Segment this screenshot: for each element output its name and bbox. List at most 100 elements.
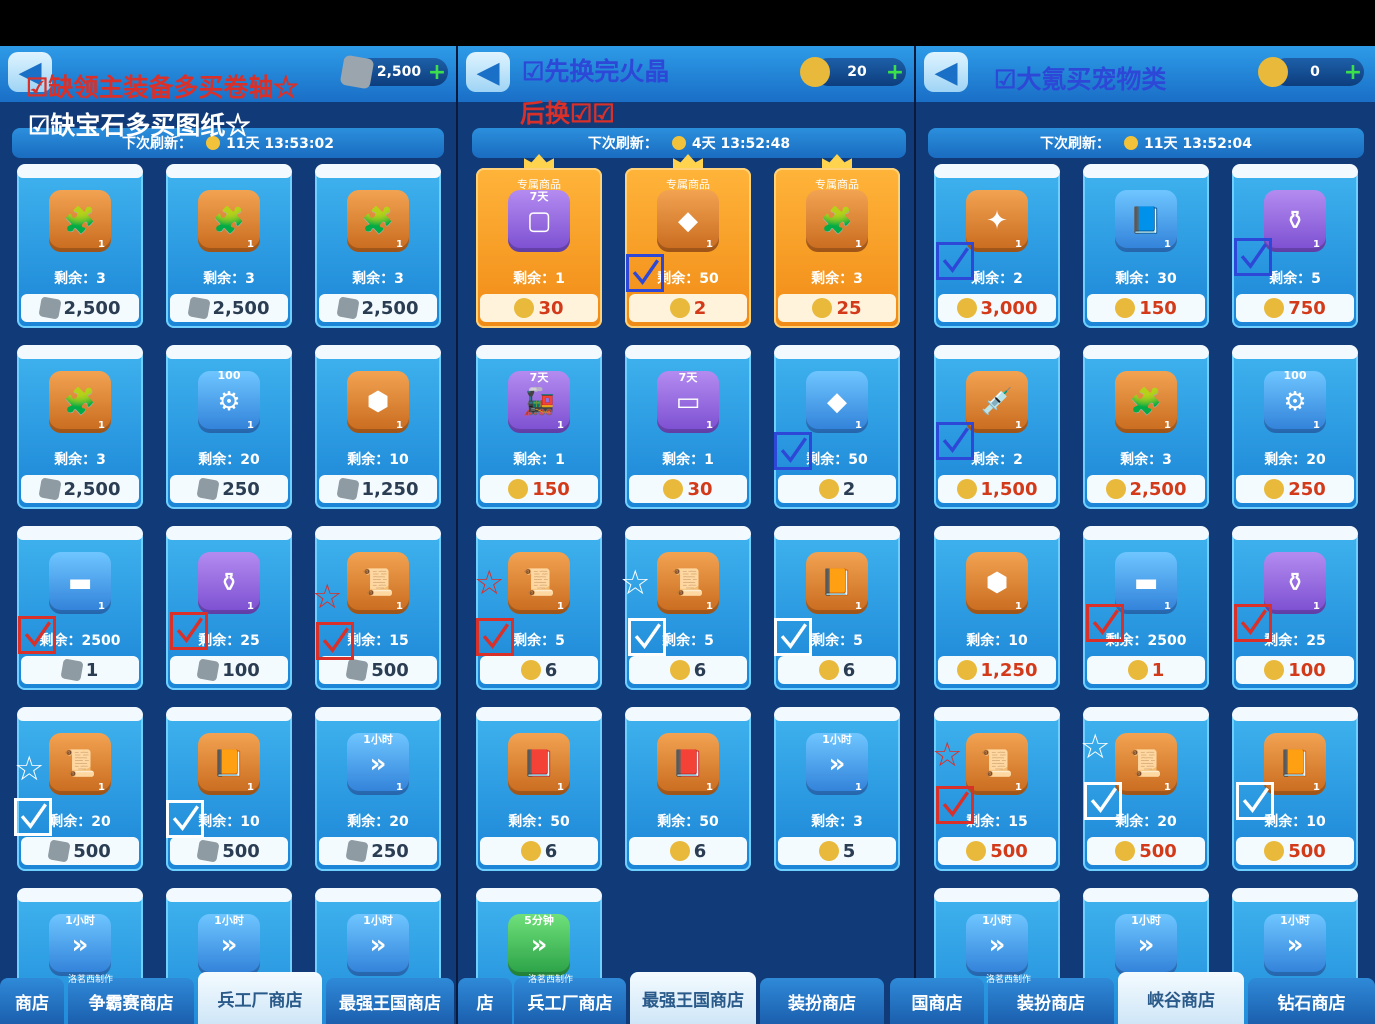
snow-cap: [1083, 707, 1209, 721]
price-button[interactable]: 30: [629, 475, 747, 503]
shop-item-card[interactable]: 📙 1 剩余：10 500: [166, 707, 292, 871]
remaining-count: 剩余：3: [1120, 452, 1172, 468]
price-button[interactable]: 25: [778, 294, 896, 322]
price-button[interactable]: 150: [480, 475, 598, 503]
shop-item-card[interactable]: 专属商品 ◆ 1 剩余：50 2: [625, 154, 751, 328]
price-button[interactable]: 150: [1087, 294, 1205, 322]
price-button[interactable]: 6: [629, 656, 747, 684]
item-quantity: 1: [706, 420, 713, 431]
shop-item-card[interactable]: 📕 1 剩余：50 6: [476, 707, 602, 871]
price-button[interactable]: 2: [778, 475, 896, 503]
shop-item-card[interactable]: 🧩 1 剩余：3 2,500: [17, 345, 143, 509]
shop-item-card[interactable]: 📜 1 剩余：5 6: [625, 526, 751, 690]
price-button[interactable]: 250: [170, 475, 288, 503]
shop-tab[interactable]: 峡谷商店: [1118, 972, 1244, 1024]
shop-item-card[interactable]: 专属商品 🧩 1 剩余：3 25: [774, 154, 900, 328]
shop-item-card[interactable]: 1小时 » 1 剩余：20 250: [315, 707, 441, 871]
remaining-count: 剩余：3: [54, 271, 106, 287]
shop-item-card[interactable]: ⬢ 1 剩余：10 1,250: [934, 526, 1060, 690]
shop-tab[interactable]: 兵工厂商店: [198, 972, 322, 1024]
shop-tab[interactable]: 国商店: [890, 978, 984, 1024]
snow-cap: [17, 888, 143, 902]
item-glyph: ⚙: [1283, 387, 1307, 417]
shop-item-card[interactable]: ▬ 1 剩余：2500 1: [17, 526, 143, 690]
avatar-frame-icon: 7天 ▢: [508, 190, 570, 252]
shop-item-card[interactable]: 📙 1 剩余：5 6: [774, 526, 900, 690]
item-glyph: 📙: [820, 568, 854, 598]
price-button[interactable]: 6: [480, 656, 598, 684]
price-button[interactable]: 750: [1236, 294, 1354, 322]
price-button[interactable]: 2: [629, 294, 747, 322]
item-quantity: 1: [1313, 420, 1320, 431]
price-button[interactable]: 30: [480, 294, 598, 322]
price-button[interactable]: 100: [170, 656, 288, 684]
price-button[interactable]: 100: [1236, 656, 1354, 684]
shop-item-card[interactable]: 📜 1 剩余：20 500: [17, 707, 143, 871]
price-button[interactable]: 1,250: [319, 475, 437, 503]
shop-item-card[interactable]: 100 ⚙ 1 剩余：20 250: [166, 345, 292, 509]
item-glyph: 📘: [1129, 206, 1163, 236]
shop-item-card[interactable]: 1小时 » 1 剩余：3 5: [774, 707, 900, 871]
price-button[interactable]: 5: [778, 837, 896, 865]
shop-item-card[interactable]: 7天 🚂 1 剩余：1 150: [476, 345, 602, 509]
price-button[interactable]: 2,500: [1087, 475, 1205, 503]
price-button[interactable]: 500: [1236, 837, 1354, 865]
price-button[interactable]: 500: [1087, 837, 1205, 865]
shop-item-card[interactable]: 🧩 1 剩余：3 2,500: [1083, 345, 1209, 509]
coin-icon: [520, 841, 541, 861]
shop-item-card[interactable]: ◆ 1 剩余：50 2: [774, 345, 900, 509]
shop-item-card[interactable]: 专属商品 7天 ▢ 剩余：1 30: [476, 154, 602, 328]
shop-item-card[interactable]: 7天 ▭ 1 剩余：1 30: [625, 345, 751, 509]
shop-item-card[interactable]: 🧩 1 剩余：3 2,500: [166, 164, 292, 328]
price-button[interactable]: 6: [778, 656, 896, 684]
price-button[interactable]: 2,500: [21, 475, 139, 503]
item-glyph: 🚂: [522, 387, 556, 417]
shop-item-card[interactable]: 📘 1 剩余：30 150: [1083, 164, 1209, 328]
shop-item-card[interactable]: 🧩 1 剩余：3 2,500: [315, 164, 441, 328]
price-button[interactable]: 2,500: [21, 294, 139, 322]
snow-cap: [315, 526, 441, 540]
add-currency-icon[interactable]: +: [1342, 60, 1364, 85]
price-button[interactable]: 1: [1087, 656, 1205, 684]
shop-tab[interactable]: 装扮商店: [760, 978, 884, 1024]
add-currency-icon[interactable]: +: [426, 60, 448, 85]
price-button[interactable]: 250: [319, 837, 437, 865]
snow-cap: [934, 345, 1060, 359]
price-button[interactable]: 1,500: [938, 475, 1056, 503]
shop-item-card[interactable]: ⚱ 1 剩余：25 100: [166, 526, 292, 690]
star-icon: ☆: [14, 749, 45, 789]
price-button[interactable]: 2,500: [319, 294, 437, 322]
snow-cap: [17, 345, 143, 359]
snow-cap: [476, 888, 602, 902]
snow-cap: [1232, 164, 1358, 178]
price-button[interactable]: 3,000: [938, 294, 1056, 322]
price-value: 2,500: [63, 478, 121, 500]
shop-item-card[interactable]: 📕 1 剩余：50 6: [625, 707, 751, 871]
price-button[interactable]: 6: [480, 837, 598, 865]
speedup-icon: 1小时 »: [347, 914, 409, 976]
back-arrow-icon[interactable]: ◀: [466, 52, 510, 92]
shop-tab[interactable]: 最强王国商店: [630, 972, 756, 1024]
item-quantity: 1: [1015, 601, 1022, 612]
price-button[interactable]: 1,250: [938, 656, 1056, 684]
shop-tab[interactable]: 最强王国商店: [326, 978, 454, 1024]
coin-icon: [669, 298, 690, 318]
shop-item-card[interactable]: 100 ⚙ 1 剩余：20 250: [1232, 345, 1358, 509]
price-button[interactable]: 1: [21, 656, 139, 684]
price-button[interactable]: 500: [319, 656, 437, 684]
shop-tab[interactable]: 商店: [0, 978, 64, 1024]
price-button[interactable]: 6: [629, 837, 747, 865]
price-button[interactable]: 2,500: [170, 294, 288, 322]
shop-item-card[interactable]: ⬢ 1 剩余：10 1,250: [315, 345, 441, 509]
price-button[interactable]: 500: [21, 837, 139, 865]
price-button[interactable]: 500: [170, 837, 288, 865]
back-arrow-icon[interactable]: ◀: [924, 52, 968, 92]
add-currency-icon[interactable]: +: [884, 60, 906, 85]
price-button[interactable]: 250: [1236, 475, 1354, 503]
shop-item-card[interactable]: 📜 1 剩余：5 6: [476, 526, 602, 690]
price-button[interactable]: 500: [938, 837, 1056, 865]
shop-tab[interactable]: 钻石商店: [1248, 978, 1375, 1024]
shop-item-card[interactable]: 🧩 1 剩余：3 2,500: [17, 164, 143, 328]
shop-tab[interactable]: 店: [458, 978, 512, 1024]
check-mark-icon: [936, 242, 974, 280]
